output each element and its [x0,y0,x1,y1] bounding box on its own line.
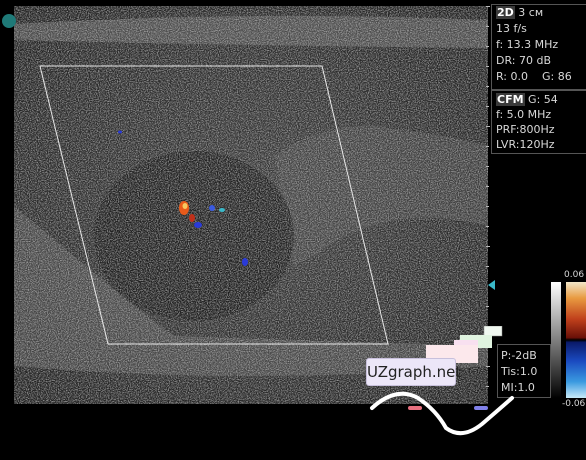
color-scale-min: -0.06 [562,399,586,409]
frequency-2d: f: 13.3 MHz [496,38,559,51]
tis-value: Tis:1.0 [501,365,538,378]
frequency-cfm: f: 5.0 MHz [496,108,552,121]
color-scale-max: 0.06 [564,270,585,280]
gain-cfm: G: 54 [528,93,558,106]
dynamic-range: DR: 70 dB [496,54,551,67]
logo-wave-icon [370,391,514,436]
2d-parameters-panel: 2D 3 см 13 f/s f: 13.3 MHz DR: 70 dB R: … [491,4,586,90]
color-velocity-bar [566,282,586,398]
lvr-value: LVR:120Hz [496,138,555,151]
frame-rate: 13 f/s [496,22,527,35]
watermark-label: UZgraph.net [366,358,461,386]
cfm-parameters-panel: CFM G: 54 f: 5.0 MHz PRF:800Hz LVR:120Hz [491,90,586,154]
rejection: R: 0.0 [496,70,529,83]
gain-2d: G: 86 [542,70,572,83]
focus-marker-icon[interactable] [488,280,495,290]
grayscale-bar [551,282,561,398]
probe-orientation-marker [2,14,16,28]
cfm-mode-label: CFM [496,93,525,106]
color-flow-signal [118,130,248,266]
power-value: P:-2dB [501,349,537,362]
mode-2d-label: 2D [496,6,515,19]
ultrasound-screen: 2D 3 см 13 f/s f: 13.3 MHz DR: 70 dB R: … [0,0,586,460]
depth-value: 3 см [518,6,544,19]
prf-value: PRF:800Hz [496,123,555,136]
